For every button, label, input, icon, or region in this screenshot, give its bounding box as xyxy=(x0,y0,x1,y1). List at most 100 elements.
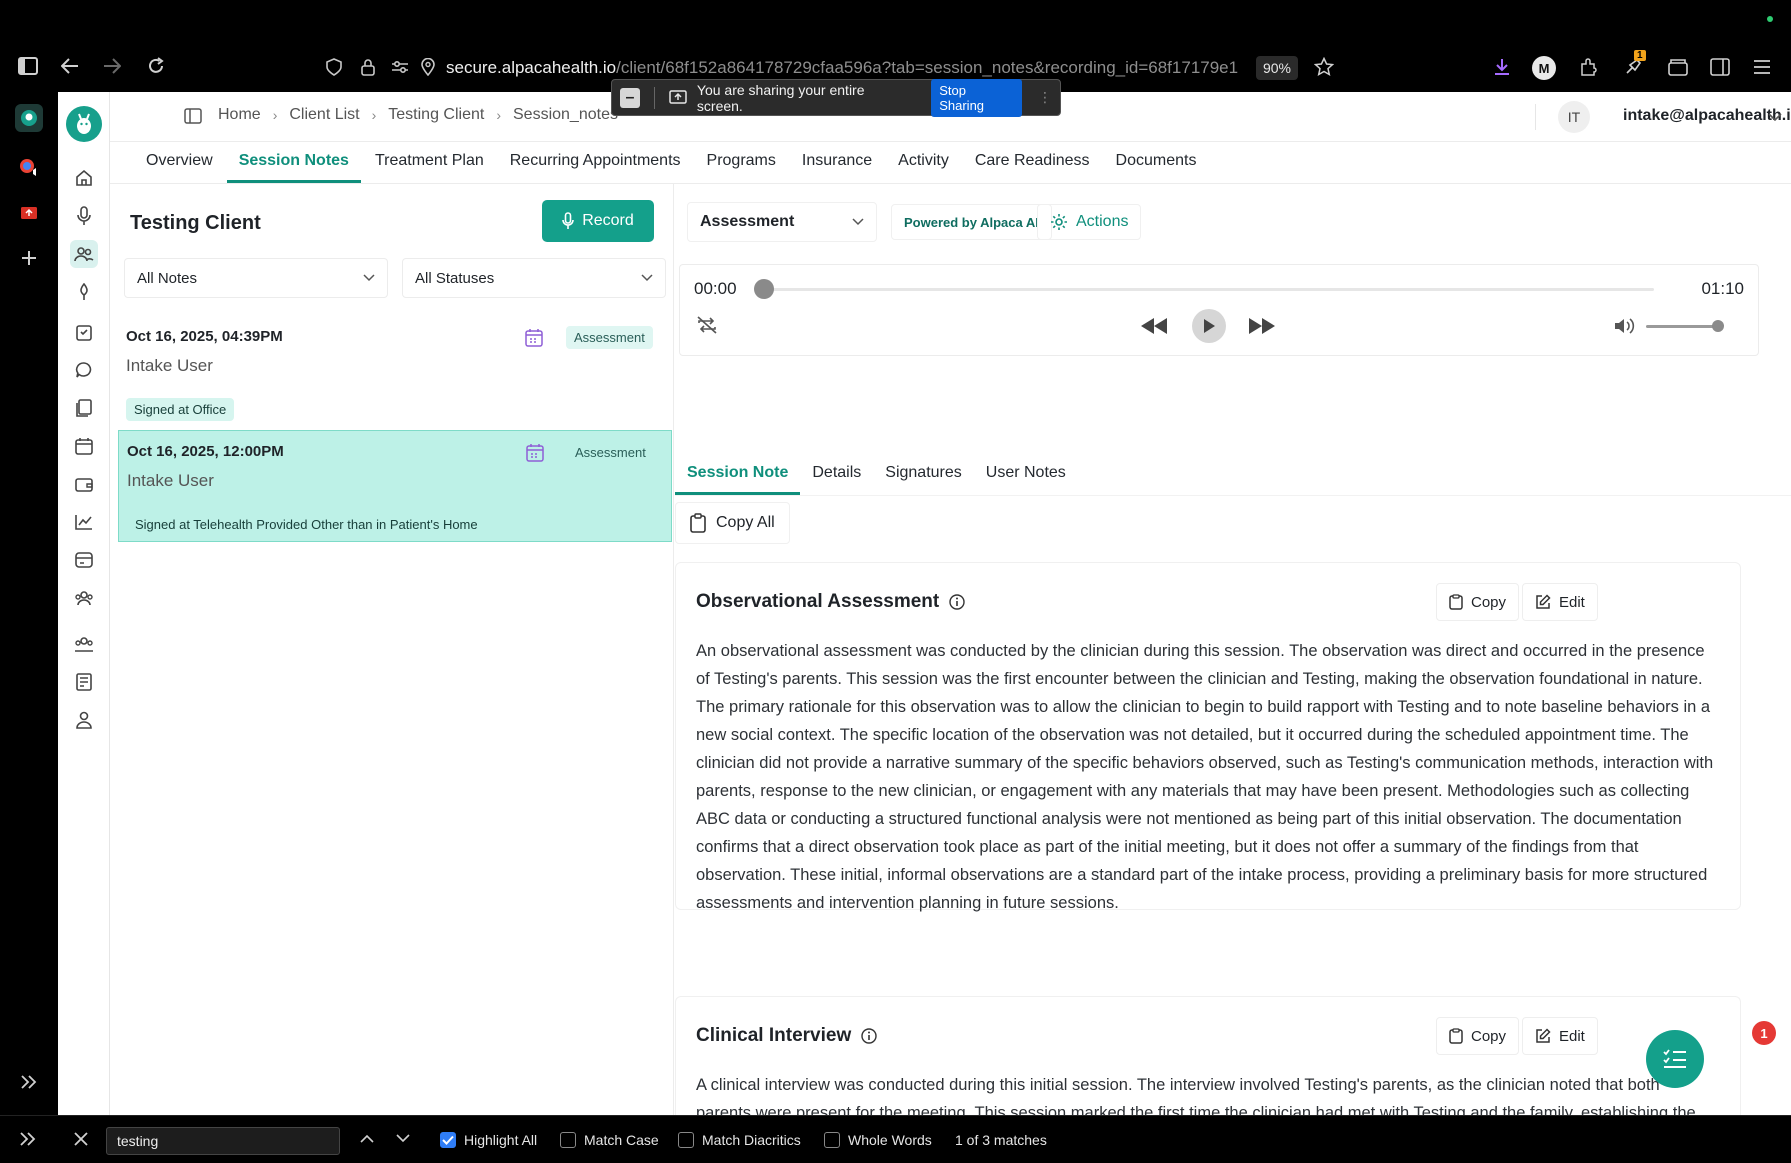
breadcrumb-home[interactable]: Home xyxy=(218,106,261,124)
permissions-icon[interactable] xyxy=(386,53,414,81)
home-icon[interactable] xyxy=(70,164,98,192)
breadcrumb-client[interactable]: Testing Client xyxy=(388,106,484,124)
tab-programs[interactable]: Programs xyxy=(695,152,788,183)
expand-sidebar-icon[interactable] xyxy=(15,1068,43,1096)
sidebar-expand-icon[interactable] xyxy=(20,1132,36,1146)
zoom-level[interactable]: 90% xyxy=(1256,56,1298,80)
user-email[interactable]: intake@alpacahealth.io xyxy=(1623,107,1791,125)
menu-icon[interactable] xyxy=(1748,53,1776,81)
chevron-up-icon[interactable] xyxy=(360,1134,374,1143)
tab-care-readiness[interactable]: Care Readiness xyxy=(963,152,1102,183)
status-filter-select[interactable]: All Statuses xyxy=(402,258,666,298)
rewind-icon[interactable] xyxy=(1140,317,1168,335)
play-button[interactable] xyxy=(1192,309,1226,343)
info-icon[interactable] xyxy=(861,1028,877,1044)
more-icon[interactable]: ⋮ xyxy=(1038,89,1052,106)
forms-icon[interactable] xyxy=(70,668,98,696)
note-list-item-selected[interactable]: Oct 16, 2025, 12:00PM Intake User Assess… xyxy=(118,430,672,542)
tab-documents[interactable]: Documents xyxy=(1104,152,1209,183)
bookmark-star-icon[interactable] xyxy=(1310,53,1338,81)
seek-handle[interactable] xyxy=(754,279,774,299)
screen-record-icon[interactable] xyxy=(15,200,43,228)
tab-activity[interactable]: Activity xyxy=(886,152,961,183)
actions-button[interactable]: Actions xyxy=(1037,204,1142,240)
volume-handle[interactable] xyxy=(1712,320,1724,332)
messages-icon[interactable] xyxy=(70,356,98,384)
note-type-select[interactable]: Assessment xyxy=(687,202,877,242)
alpaca-tab-icon[interactable] xyxy=(15,104,43,132)
lock-icon[interactable] xyxy=(354,53,382,81)
tab-insurance[interactable]: Insurance xyxy=(790,152,884,183)
container-icon[interactable] xyxy=(1664,53,1692,81)
chevron-down-icon[interactable] xyxy=(1768,112,1782,122)
documents-icon[interactable] xyxy=(70,394,98,422)
calendar-icon[interactable] xyxy=(524,328,544,348)
extensions-icon[interactable] xyxy=(1574,53,1602,81)
chat-launcher-button[interactable] xyxy=(1646,1030,1704,1088)
billing-icon[interactable] xyxy=(70,546,98,574)
checklist-icon xyxy=(1662,1048,1688,1070)
user-avatar[interactable]: IT xyxy=(1558,101,1590,133)
url-bar[interactable]: secure.alpacahealth.io/client/68f152a864… xyxy=(446,58,1246,78)
find-input[interactable]: testing xyxy=(106,1127,340,1155)
alpaca-logo[interactable] xyxy=(66,106,102,142)
minimize-icon[interactable]: – xyxy=(620,87,640,108)
calendar-icon[interactable] xyxy=(70,432,98,460)
profile-avatar[interactable]: M xyxy=(1532,56,1556,80)
calendar-icon[interactable] xyxy=(525,443,545,463)
clipboard-icon[interactable] xyxy=(70,318,98,346)
subtab-session-note[interactable]: Session Note xyxy=(675,464,801,495)
sidebar-panel-icon[interactable] xyxy=(1706,53,1734,81)
extension-pin-icon[interactable]: 1 xyxy=(1620,50,1648,80)
edit-button[interactable]: Edit xyxy=(1522,1017,1598,1055)
media-tab-icon[interactable] xyxy=(15,154,43,182)
seek-bar[interactable] xyxy=(754,279,1654,299)
tab-recurring-appointments[interactable]: Recurring Appointments xyxy=(498,152,693,183)
sidebar-toggle-icon[interactable] xyxy=(14,52,42,80)
collapse-sidebar-icon[interactable] xyxy=(184,108,202,124)
location-icon[interactable] xyxy=(414,53,442,81)
reload-icon[interactable] xyxy=(142,52,170,80)
edit-button[interactable]: Edit xyxy=(1522,583,1598,621)
breadcrumb-client-list[interactable]: Client List xyxy=(289,106,359,124)
copy-all-button[interactable]: Copy All xyxy=(675,502,790,544)
wallet-icon[interactable] xyxy=(70,470,98,498)
note-list-item[interactable]: Oct 16, 2025, 04:39PM Intake User Assess… xyxy=(118,316,672,428)
download-icon[interactable] xyxy=(1488,53,1516,81)
close-icon[interactable] xyxy=(74,1132,88,1146)
tab-treatment-plan[interactable]: Treatment Plan xyxy=(363,152,496,183)
profile-icon[interactable] xyxy=(70,706,98,734)
clients-icon[interactable] xyxy=(70,240,98,268)
notes-filter-select[interactable]: All Notes xyxy=(124,258,388,298)
volume-slider[interactable] xyxy=(1646,320,1724,332)
goals-icon[interactable] xyxy=(70,278,98,306)
chevron-right-icon: › xyxy=(272,107,278,123)
forward-icon[interactable] xyxy=(98,52,126,80)
volume-icon[interactable] xyxy=(1614,317,1636,335)
back-icon[interactable] xyxy=(56,52,84,80)
add-tab-icon[interactable] xyxy=(15,244,43,272)
analytics-icon[interactable] xyxy=(70,508,98,536)
info-icon[interactable] xyxy=(949,594,965,610)
highlight-all-checkbox[interactable]: Highlight All xyxy=(440,1132,537,1148)
copy-button[interactable]: Copy xyxy=(1436,1017,1520,1055)
match-diacritics-checkbox[interactable]: Match Diacritics xyxy=(678,1132,801,1148)
fast-forward-icon[interactable] xyxy=(1248,317,1276,335)
whole-words-checkbox[interactable]: Whole Words xyxy=(824,1132,932,1148)
copy-button[interactable]: Copy xyxy=(1436,583,1520,621)
stop-sharing-button[interactable]: Stop Sharing xyxy=(931,78,1023,117)
shield-icon[interactable] xyxy=(320,53,348,81)
loop-off-icon[interactable] xyxy=(696,315,718,335)
match-case-checkbox[interactable]: Match Case xyxy=(560,1132,659,1148)
microphone-icon[interactable] xyxy=(70,202,98,230)
tab-overview[interactable]: Overview xyxy=(134,152,225,183)
team-icon[interactable] xyxy=(70,584,98,612)
subtab-details[interactable]: Details xyxy=(800,464,873,495)
subtab-user-notes[interactable]: User Notes xyxy=(974,464,1078,495)
tab-session-notes[interactable]: Session Notes xyxy=(226,152,361,183)
subtab-signatures[interactable]: Signatures xyxy=(873,464,974,495)
checkmark-icon xyxy=(440,1132,456,1148)
groups-icon[interactable] xyxy=(70,630,98,658)
chevron-down-icon[interactable] xyxy=(396,1134,410,1143)
record-button[interactable]: Record xyxy=(542,200,654,242)
